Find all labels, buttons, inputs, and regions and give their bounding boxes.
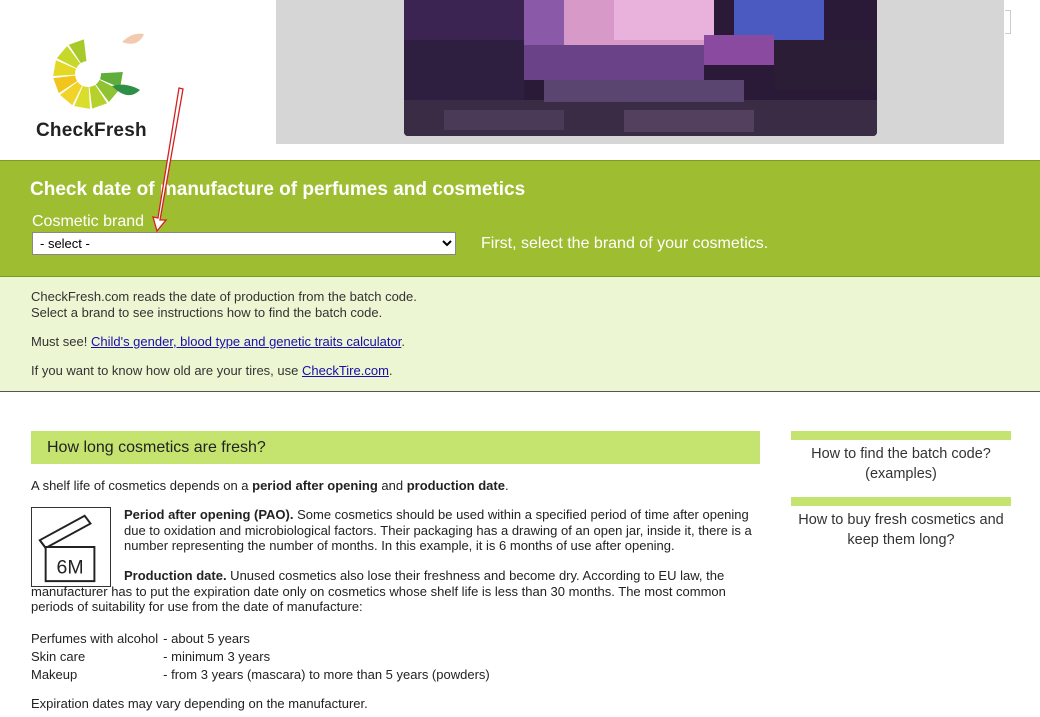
sidebar-item-label[interactable]: How to find the batch code? (examples) — [811, 446, 991, 482]
product-type: Skin care — [31, 648, 86, 664]
header: CheckFresh — [0, 0, 1040, 160]
production-heading: Production date. — [124, 568, 227, 583]
logo-text[interactable]: CheckFresh — [36, 120, 147, 142]
page-title: Check date of manufacture of perfumes an… — [30, 179, 526, 200]
pixelated-ad-image[interactable] — [404, 0, 877, 136]
info-line: CheckFresh.com reads the date of product… — [31, 289, 417, 321]
intro-text-end: . — [504, 478, 509, 493]
intro-bold-production: production date — [406, 478, 505, 493]
brand-selector-panel: Check date of manufacture of perfumes an… — [0, 160, 1040, 277]
info-panel: CheckFresh.com reads the date of product… — [0, 277, 1040, 392]
tires-prefix: If you want to know how old are your tir… — [31, 363, 302, 378]
shelf-life-table: Perfumes with alcohol - about 5 years Ski… — [31, 629, 495, 683]
article-intro: A shelf life of cosmetics depends on a p… — [31, 478, 509, 494]
genetic-calculator-link[interactable]: Child's gender, blood type and genetic t… — [91, 334, 401, 349]
intro-text: A shelf life of cosmetics depends on a — [31, 478, 253, 493]
product-type: Perfumes with alcohol — [31, 630, 159, 646]
pao-paragraph: Period after opening (PAO). Some cosmeti… — [124, 507, 760, 554]
table-row: Skin care - minimum 3 years — [31, 647, 495, 665]
article: How long cosmetics are fresh? A shelf li… — [31, 431, 760, 711]
intro-text-mid: and — [377, 478, 407, 493]
tires-suffix: . — [388, 363, 393, 378]
must-see-suffix: . — [401, 334, 405, 349]
shelf-period: - about 5 years — [163, 630, 250, 646]
pao-heading: Period after opening (PAO). — [124, 507, 294, 522]
table-row: Makeup - from 3 years (mascara) to more t… — [31, 665, 495, 683]
article-title: How long cosmetics are fresh? — [31, 431, 760, 464]
product-type: Makeup — [31, 666, 78, 682]
sidebar-item-buy-fresh[interactable]: How to buy fresh cosmetics and keep them… — [791, 497, 1011, 557]
info-line-2: Select a brand to see instructions how t… — [31, 305, 383, 320]
sidebar-item-batch-code[interactable]: How to find the batch code? (examples) — [791, 431, 1011, 491]
sidebar-item-label[interactable]: How to buy fresh cosmetics and keep them… — [798, 512, 1004, 548]
brand-hint: First, select the brand of your cosmetic… — [481, 235, 769, 252]
intro-bold-pao: period after opening — [252, 478, 378, 493]
must-see-prefix: Must see! — [31, 334, 91, 349]
checktire-link[interactable]: CheckTire.com — [302, 363, 389, 378]
shelf-period: - from 3 years (mascara) to more than 5 … — [163, 666, 490, 682]
brand-select[interactable]: - select - — [32, 232, 456, 255]
brand-label: Cosmetic brand — [32, 213, 145, 230]
info-line-1: CheckFresh.com reads the date of product… — [31, 289, 417, 304]
shelf-period: - minimum 3 years — [163, 648, 271, 664]
tires-line: If you want to know how old are your tir… — [31, 363, 393, 379]
production-paragraph: Production date. Unused cosmetics also l… — [31, 568, 760, 615]
advertisement-banner[interactable] — [276, 0, 1004, 144]
expiration-note: Expiration dates may vary depending on t… — [31, 696, 368, 711]
table-row: Perfumes with alcohol - about 5 years — [31, 629, 495, 647]
must-see: Must see! Child's gender, blood type and… — [31, 334, 405, 350]
banner-edge-input — [1005, 10, 1011, 34]
